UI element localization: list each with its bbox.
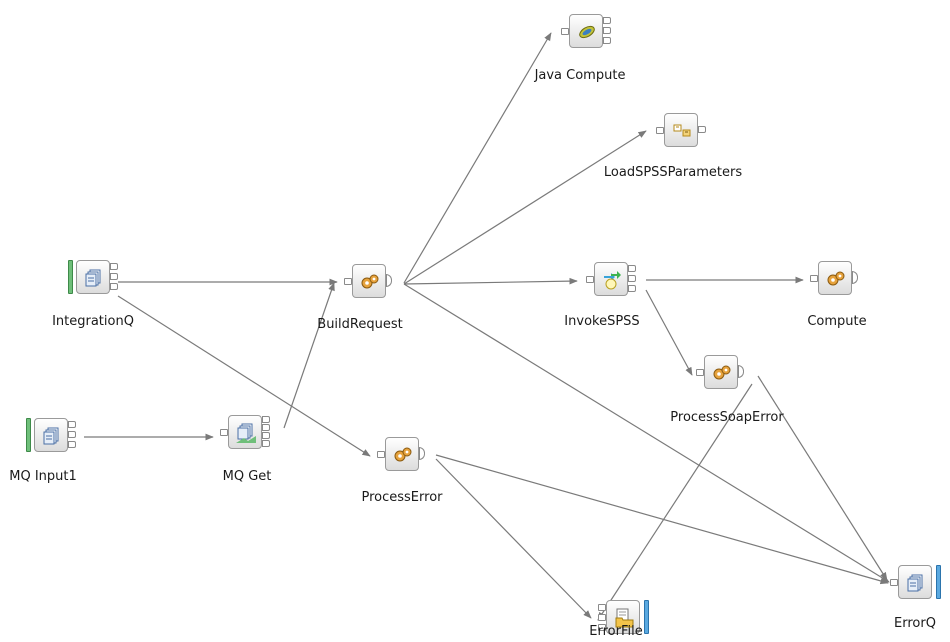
output-terminal[interactable] bbox=[603, 17, 611, 24]
queue-icon bbox=[85, 269, 101, 287]
node-label: IntegrationQ bbox=[52, 314, 134, 329]
output-terminal[interactable] bbox=[262, 424, 270, 431]
mapping-icon bbox=[673, 124, 691, 137]
output-terminal[interactable] bbox=[68, 431, 76, 438]
node-body[interactable] bbox=[818, 261, 852, 295]
input-terminal[interactable] bbox=[810, 275, 818, 282]
node-body[interactable] bbox=[569, 14, 603, 48]
input-terminal[interactable] bbox=[344, 278, 352, 285]
input-terminal[interactable] bbox=[656, 127, 664, 134]
gears-icon bbox=[713, 365, 731, 380]
input-terminal[interactable] bbox=[890, 579, 898, 586]
node-process-soap-error[interactable] bbox=[696, 355, 744, 389]
output-terminal[interactable] bbox=[110, 263, 118, 270]
node-invoke-spss[interactable] bbox=[586, 262, 636, 296]
wire-processsoaperror-errorq[interactable] bbox=[757, 375, 888, 581]
node-label: ProcessError bbox=[361, 490, 443, 505]
node-label: MQ Input1 bbox=[9, 469, 77, 484]
node-mq-input1[interactable] bbox=[26, 418, 76, 452]
node-compute[interactable] bbox=[810, 261, 858, 295]
output-terminal[interactable] bbox=[628, 275, 636, 282]
message-flow-canvas[interactable]: Java Compute LoadSPSSParameters Integrat… bbox=[0, 0, 950, 642]
input-terminal[interactable] bbox=[561, 28, 569, 35]
node-error-q[interactable] bbox=[890, 565, 941, 599]
node-mq-get[interactable] bbox=[220, 415, 270, 449]
output-node-bar bbox=[936, 565, 941, 599]
wire-mqget-buildrequest[interactable] bbox=[283, 282, 335, 429]
node-body[interactable] bbox=[228, 415, 262, 449]
node-label: ErrorFile bbox=[589, 624, 643, 639]
node-label: InvokeSPSS bbox=[564, 314, 640, 329]
wire-buildrequest-invokespss[interactable] bbox=[403, 277, 578, 285]
node-body[interactable] bbox=[704, 355, 738, 389]
node-body[interactable] bbox=[898, 565, 932, 599]
gears-icon bbox=[361, 274, 379, 289]
node-label: Compute bbox=[807, 314, 867, 329]
gears-icon bbox=[394, 447, 412, 462]
input-terminal[interactable] bbox=[586, 276, 594, 283]
node-load-spss-parameters[interactable] bbox=[656, 113, 706, 147]
node-label: LoadSPSSParameters bbox=[603, 165, 743, 180]
node-body[interactable] bbox=[664, 113, 698, 147]
node-label: ProcessSoapError bbox=[670, 410, 784, 425]
web-service-icon bbox=[604, 271, 621, 290]
output-terminal[interactable] bbox=[110, 283, 118, 290]
output-terminal[interactable] bbox=[603, 27, 611, 34]
queue-icon bbox=[43, 427, 59, 445]
queue-get-icon bbox=[236, 423, 256, 443]
node-label: MQ Get bbox=[222, 469, 272, 484]
node-label: ErrorQ bbox=[894, 616, 936, 631]
node-process-error[interactable] bbox=[377, 437, 425, 471]
output-terminal[interactable] bbox=[68, 441, 76, 448]
wire-invokespss-processsoaperror[interactable] bbox=[645, 289, 693, 376]
node-java-compute[interactable] bbox=[561, 14, 611, 48]
node-body[interactable] bbox=[34, 418, 68, 452]
queue-icon bbox=[907, 574, 923, 592]
input-terminal[interactable] bbox=[696, 369, 704, 376]
node-label: Java Compute bbox=[534, 68, 626, 83]
node-body[interactable] bbox=[385, 437, 419, 471]
wire-processerror-errorfile[interactable] bbox=[435, 458, 592, 619]
output-terminal[interactable] bbox=[628, 285, 636, 292]
node-body[interactable] bbox=[594, 262, 628, 296]
output-terminal[interactable] bbox=[628, 265, 636, 272]
java-icon bbox=[579, 25, 595, 39]
input-node-bar bbox=[68, 260, 73, 294]
output-terminal[interactable] bbox=[262, 432, 270, 439]
node-integration-q[interactable] bbox=[68, 260, 118, 294]
input-node-bar bbox=[26, 418, 31, 452]
node-label: BuildRequest bbox=[317, 317, 403, 332]
output-terminal[interactable] bbox=[603, 37, 611, 44]
gears-icon bbox=[827, 271, 845, 286]
input-terminal[interactable] bbox=[598, 604, 606, 611]
node-build-request[interactable] bbox=[344, 264, 392, 298]
output-terminal[interactable] bbox=[262, 416, 270, 423]
output-terminal[interactable] bbox=[68, 421, 76, 428]
wire-buildrequest-javacompute[interactable] bbox=[403, 32, 552, 284]
input-terminal[interactable] bbox=[598, 614, 606, 621]
output-terminal[interactable] bbox=[262, 440, 270, 447]
output-node-bar bbox=[644, 600, 649, 634]
node-body[interactable] bbox=[76, 260, 110, 294]
node-body[interactable] bbox=[352, 264, 386, 298]
input-terminal[interactable] bbox=[220, 429, 228, 436]
input-terminal[interactable] bbox=[377, 451, 385, 458]
output-terminal[interactable] bbox=[698, 126, 706, 133]
output-terminal[interactable] bbox=[110, 273, 118, 280]
